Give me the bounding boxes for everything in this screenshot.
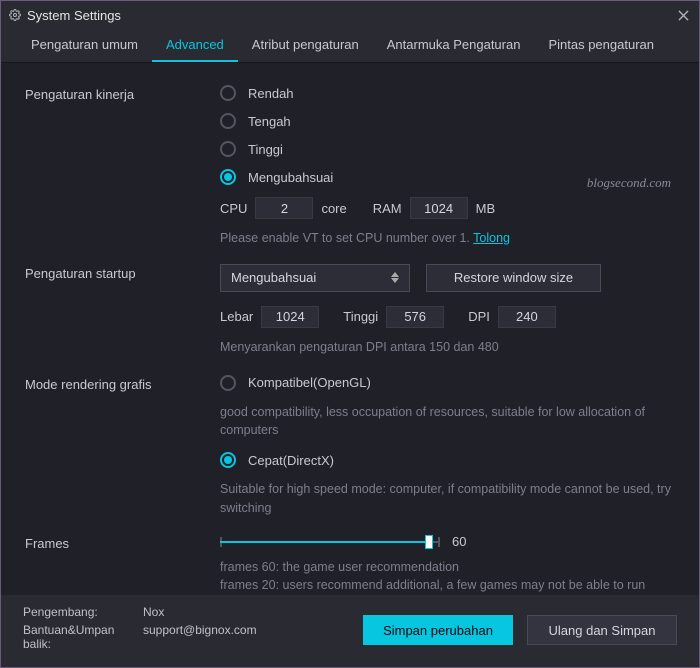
startup-select[interactable]: Mengubahsuai (220, 264, 410, 292)
height-label: Tinggi (343, 309, 378, 324)
save-button[interactable]: Simpan perubahan (363, 615, 513, 645)
perf-radio-high[interactable]: Tinggi (220, 141, 675, 157)
render-hint-opengl: good compatibility, less occupation of r… (220, 403, 675, 441)
width-input[interactable] (261, 306, 319, 328)
help-label: Bantuan&Umpan balik: (23, 623, 143, 651)
tab-interface[interactable]: Antarmuka Pengaturan (373, 29, 535, 62)
reset-button[interactable]: Ulang dan Simpan (527, 615, 677, 645)
height-input[interactable] (386, 306, 444, 328)
tab-advanced[interactable]: Advanced (152, 29, 238, 62)
watermark: blogsecond.com (587, 175, 671, 191)
tabs: Pengaturan umum Advanced Atribut pengatu… (1, 29, 699, 63)
tab-general[interactable]: Pengaturan umum (17, 29, 152, 62)
dev-value: Nox (143, 605, 164, 619)
ram-unit: MB (476, 201, 496, 216)
gear-icon (9, 9, 21, 21)
tab-attributes[interactable]: Atribut pengaturan (238, 29, 373, 62)
render-hint-directx: Suitable for high speed mode: computer, … (220, 480, 675, 518)
ram-label: RAM (373, 201, 402, 216)
frames-label: Frames (25, 534, 220, 596)
dpi-label: DPI (468, 309, 490, 324)
cpu-input[interactable] (255, 197, 313, 219)
render-radio-directx[interactable]: Cepat(DirectX) (220, 452, 675, 468)
perf-radio-mid[interactable]: Tengah (220, 113, 675, 129)
restore-window-button[interactable]: Restore window size (426, 264, 601, 292)
vt-hint: Please enable VT to set CPU number over … (220, 231, 473, 245)
help-email[interactable]: support@bignox.com (143, 623, 257, 651)
frames-hint-1: frames 60: the game user recommendation (220, 558, 675, 577)
cpu-unit: core (321, 201, 346, 216)
width-label: Lebar (220, 309, 253, 324)
ram-input[interactable] (410, 197, 468, 219)
slider-thumb[interactable] (425, 535, 433, 549)
perf-radio-low[interactable]: Rendah (220, 85, 675, 101)
cpu-label: CPU (220, 201, 247, 216)
spinner-icon (391, 272, 399, 283)
frames-slider[interactable] (220, 534, 440, 550)
window-title: System Settings (27, 8, 675, 23)
dev-label: Pengembang: (23, 605, 143, 619)
frames-hint-2: frames 20: users recommend additional, a… (220, 576, 675, 595)
vt-help-link[interactable]: Tolong (473, 231, 510, 245)
dpi-hint: Menyarankan pengaturan DPI antara 150 da… (220, 338, 675, 357)
startup-label: Pengaturan startup (25, 264, 220, 357)
frames-value: 60 (452, 534, 466, 549)
render-label: Mode rendering grafis (25, 375, 220, 518)
close-button[interactable] (675, 7, 691, 23)
performance-label: Pengaturan kinerja (25, 85, 220, 248)
render-radio-opengl[interactable]: Kompatibel(OpenGL) (220, 375, 675, 391)
tab-shortcuts[interactable]: Pintas pengaturan (534, 29, 668, 62)
dpi-input[interactable] (498, 306, 556, 328)
